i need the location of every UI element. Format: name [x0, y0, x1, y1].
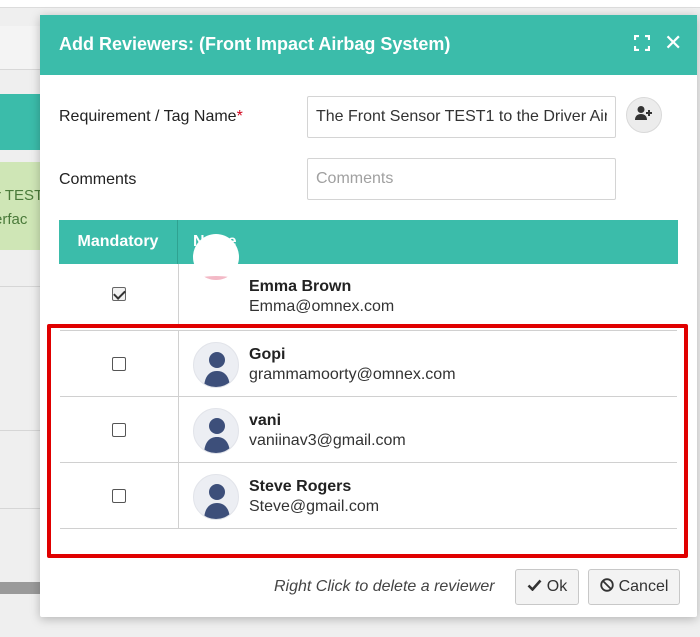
- reviewer-name: Gopi: [249, 346, 286, 363]
- divider: [0, 286, 40, 287]
- table-header: Mandatory Name: [59, 220, 678, 264]
- reviewer-name: Emma Brown: [249, 278, 352, 295]
- divider: [0, 430, 40, 431]
- background-header: [0, 94, 40, 150]
- mandatory-cell: [60, 463, 179, 528]
- check-icon: [527, 578, 542, 596]
- mandatory-cell: [60, 397, 179, 462]
- reviewer-email: Emma@omnex.com: [249, 298, 395, 315]
- add-user-icon: [635, 105, 653, 126]
- divider: [0, 508, 40, 509]
- reviewer-email: vaniinav3@gmail.com: [249, 432, 406, 449]
- background-toolbar: [0, 26, 40, 70]
- close-icon[interactable]: ✕: [664, 32, 682, 54]
- table-row[interactable]: Gopi grammamoorty@omnex.com: [60, 331, 677, 397]
- delete-hint: Right Click to delete a reviewer: [274, 578, 495, 595]
- ban-icon: [599, 577, 614, 597]
- mandatory-checkbox[interactable]: [112, 357, 126, 371]
- cancel-label: Cancel: [618, 578, 669, 595]
- comments-label: Comments: [59, 171, 137, 188]
- ok-button[interactable]: Ok: [515, 569, 579, 605]
- mandatory-cell: [60, 331, 179, 396]
- dialog-title: Add Reviewers: (Front Impact Airbag Syst…: [59, 34, 451, 54]
- mandatory-checkbox[interactable]: [112, 423, 126, 437]
- add-user-button[interactable]: [626, 97, 662, 133]
- comments-field[interactable]: [307, 158, 616, 200]
- requirement-label-text: Requirement / Tag Name: [59, 108, 237, 125]
- cancel-button[interactable]: Cancel: [588, 569, 680, 605]
- avatar: [193, 234, 239, 280]
- mandatory-checkbox[interactable]: [112, 489, 126, 503]
- reviewer-email: Steve@gmail.com: [249, 498, 380, 515]
- requirement-field[interactable]: [307, 96, 616, 138]
- mandatory-cell: [60, 264, 179, 325]
- table-row[interactable]: Emma Brown Emma@omnex.com: [60, 234, 677, 326]
- avatar: [193, 474, 239, 520]
- background-text: erfac: [0, 211, 28, 228]
- table-row[interactable]: Steve Rogers Steve@gmail.com: [60, 463, 677, 529]
- background-highlight-row: r TEST erfac: [0, 162, 40, 250]
- reviewer-name: vani: [249, 412, 282, 429]
- mandatory-checkbox[interactable]: [112, 287, 126, 301]
- background-text: r TEST: [0, 187, 40, 204]
- column-header-mandatory[interactable]: Mandatory: [59, 220, 178, 264]
- expand-icon[interactable]: [633, 34, 651, 52]
- background-topbar: [0, 0, 700, 8]
- background-scrollbar[interactable]: [0, 582, 40, 594]
- avatar: [193, 342, 239, 388]
- required-marker: *: [236, 108, 243, 125]
- add-reviewers-dialog: Add Reviewers: (Front Impact Airbag Syst…: [40, 15, 697, 617]
- table-row[interactable]: vani vaniinav3@gmail.com: [60, 397, 677, 463]
- reviewer-name: Steve Rogers: [249, 478, 352, 495]
- avatar: [193, 408, 239, 454]
- dialog-header: Add Reviewers: (Front Impact Airbag Syst…: [40, 15, 697, 75]
- ok-label: Ok: [546, 578, 568, 595]
- requirement-label: Requirement / Tag Name*: [59, 108, 243, 126]
- reviewer-email: grammamoorty@omnex.com: [249, 366, 456, 383]
